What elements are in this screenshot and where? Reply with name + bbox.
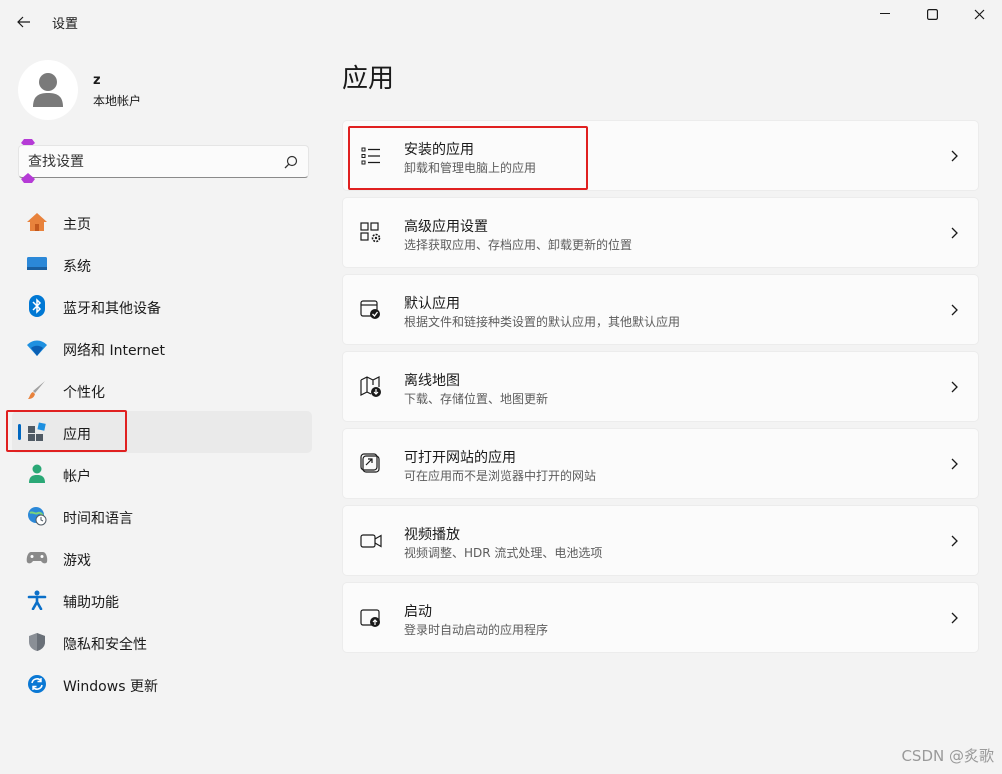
brush-icon — [26, 379, 48, 401]
sidebar-item-bluetooth[interactable]: 蓝牙和其他设备 — [12, 285, 312, 327]
sidebar-item-network[interactable]: 网络和 Internet — [12, 327, 312, 369]
card-title: 启动 — [404, 604, 432, 620]
card-description: 登录时自动启动的应用程序 — [404, 623, 549, 637]
video-icon — [360, 530, 382, 552]
sidebar-item-system[interactable]: 系统 — [12, 243, 312, 285]
window-title: 设置 — [52, 17, 79, 32]
sidebar-item-label: 隐私和安全性 — [63, 637, 147, 653]
sidebar-item-label: 蓝牙和其他设备 — [63, 301, 161, 317]
globe-clock-icon — [26, 505, 48, 527]
account-icon — [26, 463, 48, 485]
maximize-button[interactable] — [909, 0, 955, 28]
search-icon[interactable] — [284, 155, 298, 169]
offline-map-icon — [360, 376, 382, 398]
list-icon — [360, 145, 382, 167]
sidebar-item-apps[interactable]: 应用 — [12, 411, 312, 453]
card-description: 视频调整、HDR 流式处理、电池选项 — [404, 546, 603, 560]
sidebar-item-label: 时间和语言 — [63, 511, 133, 527]
home-icon — [26, 211, 48, 233]
gem-icon — [20, 173, 36, 183]
card-startup[interactable]: 启动 登录时自动启动的应用程序 — [342, 582, 979, 653]
app-settings-icon — [360, 222, 382, 244]
bluetooth-icon — [26, 295, 48, 317]
chevron-right-icon — [948, 380, 960, 394]
sidebar-item-home[interactable]: 主页 — [12, 201, 312, 243]
card-description: 可在应用而不是浏览器中打开的网站 — [404, 469, 597, 483]
chevron-right-icon — [948, 611, 960, 625]
card-installed-apps[interactable]: 安装的应用 卸载和管理电脑上的应用 — [342, 120, 979, 191]
card-title: 离线地图 — [404, 373, 460, 389]
sidebar-item-personalization[interactable]: 个性化 — [12, 369, 312, 411]
open-link-icon — [360, 453, 382, 475]
sidebar-item-label: 应用 — [63, 427, 91, 443]
sidebar-nav: 主页 系统 蓝牙和其他设备 网络和 Internet 个性化 应用 帐户 时间和… — [12, 201, 312, 705]
sidebar-item-label: 个性化 — [63, 385, 105, 401]
sidebar-item-windows-update[interactable]: Windows 更新 — [12, 663, 312, 705]
sidebar-item-label: 辅助功能 — [63, 595, 119, 611]
card-advanced-app-settings[interactable]: 高级应用设置 选择获取应用、存档应用、卸载更新的位置 — [342, 197, 979, 268]
close-button[interactable] — [956, 0, 1002, 28]
back-arrow-icon — [17, 16, 31, 28]
maximize-icon — [926, 8, 938, 20]
avatar — [18, 60, 78, 120]
sidebar-item-time-language[interactable]: 时间和语言 — [12, 495, 312, 537]
card-description: 选择获取应用、存档应用、卸载更新的位置 — [404, 238, 633, 252]
chevron-right-icon — [948, 303, 960, 317]
chevron-right-icon — [948, 534, 960, 548]
card-title: 可打开网站的应用 — [404, 450, 516, 466]
sidebar-item-label: 系统 — [63, 259, 91, 275]
card-apps-for-websites[interactable]: 可打开网站的应用 可在应用而不是浏览器中打开的网站 — [342, 428, 979, 499]
sidebar-item-label: 游戏 — [63, 553, 91, 569]
wifi-icon — [26, 337, 48, 359]
sidebar-item-label: 主页 — [63, 217, 91, 233]
user-name: z — [93, 73, 101, 88]
default-apps-icon — [360, 299, 382, 321]
apps-icon — [26, 421, 48, 443]
card-title: 默认应用 — [404, 296, 460, 312]
system-icon — [26, 253, 48, 275]
search-input[interactable] — [28, 152, 268, 172]
gamepad-icon — [26, 547, 48, 569]
sidebar-item-accounts[interactable]: 帐户 — [12, 453, 312, 495]
search-box[interactable] — [18, 145, 309, 178]
minimize-icon — [880, 13, 890, 15]
sidebar-item-label: 帐户 — [63, 469, 91, 485]
minimize-button[interactable] — [862, 0, 908, 28]
card-description: 根据文件和链接种类设置的默认应用，其他默认应用 — [404, 315, 681, 329]
settings-cards: 安装的应用 卸载和管理电脑上的应用 高级应用设置 选择获取应用、存档应用、卸载更… — [342, 120, 979, 659]
watermark: CSDN @炙歌 — [901, 747, 994, 765]
person-icon — [33, 73, 63, 107]
update-icon — [26, 673, 48, 695]
card-default-apps[interactable]: 默认应用 根据文件和链接种类设置的默认应用，其他默认应用 — [342, 274, 979, 345]
sidebar-item-gaming[interactable]: 游戏 — [12, 537, 312, 579]
card-description: 卸载和管理电脑上的应用 — [404, 161, 537, 175]
card-title: 安装的应用 — [404, 142, 474, 158]
card-offline-maps[interactable]: 离线地图 下载、存储位置、地图更新 — [342, 351, 979, 422]
sidebar-item-label: 网络和 Internet — [63, 343, 166, 359]
back-button[interactable] — [10, 8, 38, 36]
sidebar-item-accessibility[interactable]: 辅助功能 — [12, 579, 312, 621]
selection-indicator — [18, 424, 21, 440]
chevron-right-icon — [948, 226, 960, 240]
card-title: 高级应用设置 — [404, 219, 488, 235]
chevron-right-icon — [948, 457, 960, 471]
account-type: 本地帐户 — [93, 94, 142, 108]
user-profile[interactable]: z 本地帐户 — [18, 60, 318, 120]
card-description: 下载、存储位置、地图更新 — [404, 392, 549, 406]
sidebar-item-label: Windows 更新 — [63, 679, 158, 695]
sidebar-item-privacy[interactable]: 隐私和安全性 — [12, 621, 312, 663]
title-bar: 设置 — [0, 0, 1002, 44]
chevron-right-icon — [948, 149, 960, 163]
close-icon — [974, 9, 985, 20]
shield-icon — [26, 631, 48, 653]
page-title: 应用 — [342, 64, 395, 94]
startup-icon — [360, 607, 382, 629]
card-title: 视频播放 — [404, 527, 460, 543]
card-video-playback[interactable]: 视频播放 视频调整、HDR 流式处理、电池选项 — [342, 505, 979, 576]
accessibility-icon — [26, 589, 48, 611]
